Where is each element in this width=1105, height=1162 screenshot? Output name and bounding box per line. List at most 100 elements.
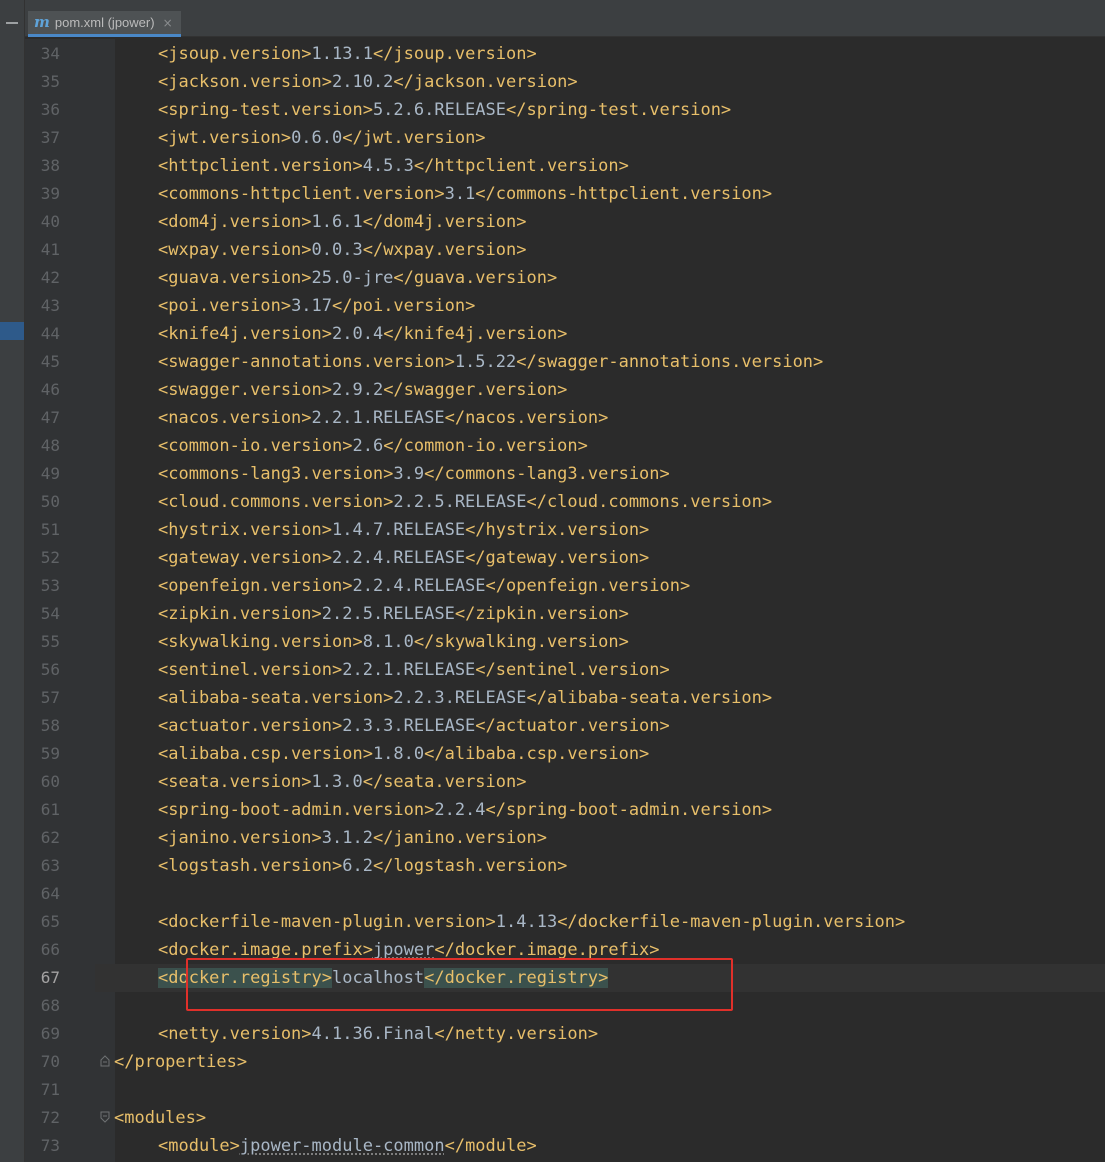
- code-text[interactable]: <alibaba-seata.version>2.2.3.RELEASE</al…: [158, 684, 772, 712]
- code-line[interactable]: 36 <spring-test.version>5.2.6.RELEASE</sp…: [25, 96, 1105, 124]
- tab-pom-xml[interactable]: m pom.xml (jpower) ×: [28, 11, 181, 37]
- code-line[interactable]: 50 <cloud.commons.version>2.2.5.RELEASE</…: [25, 488, 1105, 516]
- xml-close-tag: </alibaba.csp.version>: [424, 744, 650, 764]
- fold-end-icon[interactable]: [100, 1055, 110, 1067]
- code-line[interactable]: 55 <skywalking.version>8.1.0</skywalking.…: [25, 628, 1105, 656]
- code-text[interactable]: <docker.image.prefix>jpower</docker.imag…: [158, 936, 660, 964]
- code-line[interactable]: 56 <sentinel.version>2.2.1.RELEASE</senti…: [25, 656, 1105, 684]
- code-text[interactable]: <zipkin.version>2.2.5.RELEASE</zipkin.ve…: [158, 600, 629, 628]
- code-text[interactable]: <docker.registry>localhost</docker.regis…: [158, 964, 609, 992]
- code-line[interactable]: 63 <logstash.version>6.2</logstash.versio…: [25, 852, 1105, 880]
- code-line[interactable]: 72 <modules>: [25, 1104, 1105, 1132]
- code-text[interactable]: <poi.version>3.17</poi.version>: [158, 292, 475, 320]
- code-text[interactable]: <common-io.version>2.6</common-io.versio…: [158, 432, 588, 460]
- code-line[interactable]: 44 <knife4j.version>2.0.4</knife4j.versio…: [25, 320, 1105, 348]
- code-text[interactable]: <sentinel.version>2.2.1.RELEASE</sentine…: [158, 656, 670, 684]
- code-text[interactable]: </properties>: [114, 1048, 247, 1076]
- code-line[interactable]: 37 <jwt.version>0.6.0</jwt.version>: [25, 124, 1105, 152]
- code-line[interactable]: 54 <zipkin.version>2.2.5.RELEASE</zipkin.…: [25, 600, 1105, 628]
- code-line[interactable]: 42 <guava.version>25.0-jre</guava.version…: [25, 264, 1105, 292]
- code-line[interactable]: 52 <gateway.version>2.2.4.RELEASE</gatewa…: [25, 544, 1105, 572]
- code-line[interactable]: 58 <actuator.version>2.3.3.RELEASE</actua…: [25, 712, 1105, 740]
- xml-close-tag: </jsoup.version>: [372, 44, 537, 64]
- minimize-icon[interactable]: [6, 22, 18, 24]
- code-line[interactable]: 67 <docker.registry>localhost</docker.reg…: [25, 964, 1105, 992]
- code-text[interactable]: <jsoup.version>1.13.1</jsoup.version>: [158, 40, 537, 68]
- code-text[interactable]: <alibaba.csp.version>1.8.0</alibaba.csp.…: [158, 740, 649, 768]
- xml-value: 1.6.1: [311, 212, 363, 232]
- code-text[interactable]: <commons-httpclient.version>3.1</commons…: [158, 180, 772, 208]
- close-icon[interactable]: ×: [163, 16, 173, 30]
- code-line[interactable]: 43 <poi.version>3.17</poi.version>: [25, 292, 1105, 320]
- code-text[interactable]: <netty.version>4.1.36.Final</netty.versi…: [158, 1020, 598, 1048]
- code-line[interactable]: 71: [25, 1076, 1105, 1104]
- code-text[interactable]: <gateway.version>2.2.4.RELEASE</gateway.…: [158, 544, 649, 572]
- code-text[interactable]: <spring-test.version>5.2.6.RELEASE</spri…: [158, 96, 731, 124]
- code-line[interactable]: 38 <httpclient.version>4.5.3</httpclient.…: [25, 152, 1105, 180]
- code-text[interactable]: <module>jpower-module-common</module>: [158, 1132, 537, 1160]
- xml-open-tag: <openfeign.version>: [158, 576, 353, 596]
- code-text[interactable]: <swagger-annotations.version>1.5.22</swa…: [158, 348, 823, 376]
- code-text[interactable]: <seata.version>1.3.0</seata.version>: [158, 768, 526, 796]
- code-line[interactable]: 68: [25, 992, 1105, 1020]
- line-number: 62: [40, 828, 60, 847]
- code-line[interactable]: 53 <openfeign.version>2.2.4.RELEASE</open…: [25, 572, 1105, 600]
- xml-value: 2.2.5.RELEASE: [321, 604, 455, 624]
- code-line[interactable]: 34 <jsoup.version>1.13.1</jsoup.version>: [25, 40, 1105, 68]
- code-text[interactable]: <logstash.version>6.2</logstash.version>: [158, 852, 567, 880]
- line-number: 42: [40, 268, 60, 287]
- code-line[interactable]: 47 <nacos.version>2.2.1.RELEASE</nacos.ve…: [25, 404, 1105, 432]
- code-text[interactable]: <dom4j.version>1.6.1</dom4j.version>: [158, 208, 526, 236]
- code-text[interactable]: <actuator.version>2.3.3.RELEASE</actuato…: [158, 712, 670, 740]
- fold-start-icon[interactable]: [100, 1111, 110, 1123]
- line-number: 54: [40, 604, 60, 623]
- code-text[interactable]: <jackson.version>2.10.2</jackson.version…: [158, 68, 578, 96]
- code-line[interactable]: 35 <jackson.version>2.10.2</jackson.versi…: [25, 68, 1105, 96]
- code-text[interactable]: <jwt.version>0.6.0</jwt.version>: [158, 124, 486, 152]
- code-line[interactable]: 45 <swagger-annotations.version>1.5.22</s…: [25, 348, 1105, 376]
- code-line[interactable]: 70 </properties>: [25, 1048, 1105, 1076]
- code-line[interactable]: 51 <hystrix.version>1.4.7.RELEASE</hystri…: [25, 516, 1105, 544]
- code-text[interactable]: <janino.version>3.1.2</janino.version>: [158, 824, 547, 852]
- code-text[interactable]: <modules>: [114, 1104, 206, 1132]
- code-line[interactable]: 49 <commons-lang3.version>3.9</commons-la…: [25, 460, 1105, 488]
- code-text[interactable]: <cloud.commons.version>2.2.5.RELEASE</cl…: [158, 488, 772, 516]
- code-line[interactable]: 48 <common-io.version>2.6</common-io.vers…: [25, 432, 1105, 460]
- code-line[interactable]: 62 <janino.version>3.1.2</janino.version>: [25, 824, 1105, 852]
- code-text[interactable]: <commons-lang3.version>3.9</commons-lang…: [158, 460, 670, 488]
- code-line[interactable]: 65 <dockerfile-maven-plugin.version>1.4.1…: [25, 908, 1105, 936]
- code-line[interactable]: 73 <module>jpower-module-common</module>: [25, 1132, 1105, 1160]
- code-line[interactable]: 66 <docker.image.prefix>jpower</docker.im…: [25, 936, 1105, 964]
- code-line[interactable]: 69 <netty.version>4.1.36.Final</netty.ver…: [25, 1020, 1105, 1048]
- code-line[interactable]: 39 <commons-httpclient.version>3.1</commo…: [25, 180, 1105, 208]
- code-text[interactable]: <hystrix.version>1.4.7.RELEASE</hystrix.…: [158, 516, 649, 544]
- code-text[interactable]: <wxpay.version>0.0.3</wxpay.version>: [158, 236, 526, 264]
- code-text[interactable]: <httpclient.version>4.5.3</httpclient.ve…: [158, 152, 629, 180]
- code-text[interactable]: <openfeign.version>2.2.4.RELEASE</openfe…: [158, 572, 690, 600]
- code-text[interactable]: <dockerfile-maven-plugin.version>1.4.13<…: [158, 908, 905, 936]
- code-editor[interactable]: 34 <jsoup.version>1.13.1</jsoup.version> 3…: [25, 39, 1105, 1162]
- code-text[interactable]: <swagger.version>2.9.2</swagger.version>: [158, 376, 567, 404]
- xml-open-tag: <docker.registry>: [158, 968, 332, 988]
- code-line[interactable]: 60 <seata.version>1.3.0</seata.version>: [25, 768, 1105, 796]
- line-number: 46: [40, 380, 60, 399]
- xml-open-tag: <wxpay.version>: [158, 240, 312, 260]
- xml-close-tag: </swagger-annotations.version>: [516, 352, 824, 372]
- xml-value: 3.9: [393, 464, 425, 484]
- ide-window: m pom.xml (jpower) × 34 <jsoup.version>1.…: [0, 0, 1105, 1162]
- code-line[interactable]: 46 <swagger.version>2.9.2</swagger.versio…: [25, 376, 1105, 404]
- code-text[interactable]: <spring-boot-admin.version>2.2.4</spring…: [158, 796, 772, 824]
- code-text[interactable]: <guava.version>25.0-jre</guava.version>: [158, 264, 557, 292]
- line-number: 64: [40, 884, 60, 903]
- code-line[interactable]: 41 <wxpay.version>0.0.3</wxpay.version>: [25, 236, 1105, 264]
- code-line[interactable]: 64: [25, 880, 1105, 908]
- code-line[interactable]: 57 <alibaba-seata.version>2.2.3.RELEASE</…: [25, 684, 1105, 712]
- code-text[interactable]: <knife4j.version>2.0.4</knife4j.version>: [158, 320, 567, 348]
- code-line[interactable]: 59 <alibaba.csp.version>1.8.0</alibaba.cs…: [25, 740, 1105, 768]
- code-text[interactable]: <skywalking.version>8.1.0</skywalking.ve…: [158, 628, 629, 656]
- code-text[interactable]: <nacos.version>2.2.1.RELEASE</nacos.vers…: [158, 404, 608, 432]
- code-line[interactable]: 61 <spring-boot-admin.version>2.2.4</spri…: [25, 796, 1105, 824]
- tab-label: pom.xml (jpower): [54, 15, 155, 30]
- code-line[interactable]: 40 <dom4j.version>1.6.1</dom4j.version>: [25, 208, 1105, 236]
- xml-close-tag: </knife4j.version>: [383, 324, 568, 344]
